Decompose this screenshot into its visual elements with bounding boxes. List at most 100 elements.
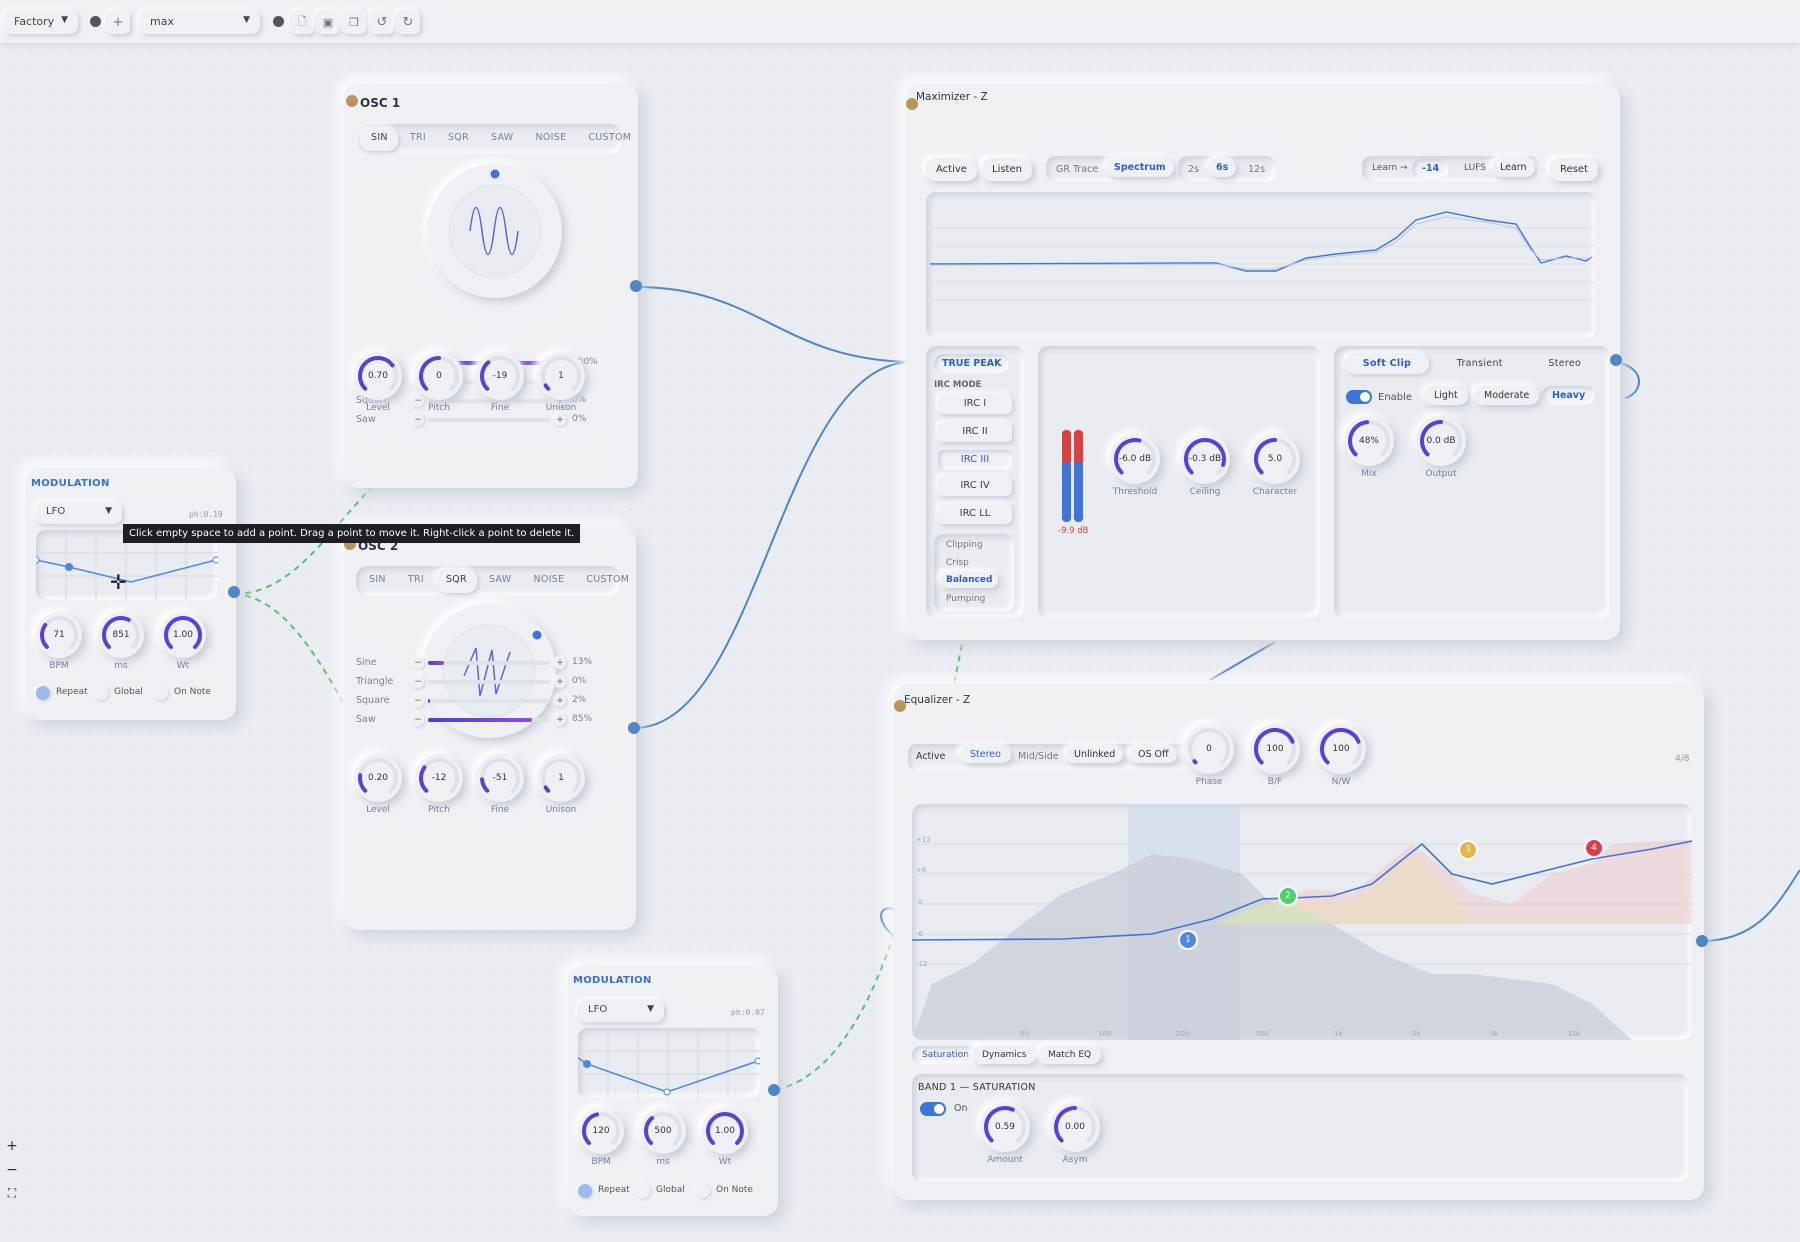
decrement-button[interactable]: − — [412, 676, 424, 688]
osc2-output-port[interactable] — [628, 722, 640, 734]
eq-band-2-handle[interactable]: 2 — [1278, 886, 1298, 906]
tab-sqr[interactable]: SQR — [435, 569, 477, 593]
lufs-target-input[interactable]: -14 — [1412, 159, 1450, 178]
tab-transient[interactable]: Transient — [1439, 353, 1521, 374]
mod2-ms-knob[interactable]: 500 — [640, 1108, 686, 1154]
spectrum-button[interactable]: Spectrum — [1106, 158, 1174, 177]
window-2s-button[interactable]: 2s — [1178, 158, 1209, 181]
tab-soft-clip[interactable]: Soft Clip — [1344, 353, 1430, 374]
mod1-on-note-checkbox[interactable] — [154, 686, 168, 700]
mix-slider[interactable] — [428, 718, 550, 722]
active-button[interactable]: Active — [926, 158, 977, 181]
tab-noise[interactable]: NOISE — [523, 569, 574, 593]
zoom-out-button[interactable]: − — [4, 1162, 20, 1178]
maximizer-threshold-knob[interactable]: -6.0 dB — [1110, 434, 1160, 484]
increment-button[interactable]: + — [554, 414, 566, 426]
mod2-global-checkbox[interactable] — [636, 1184, 650, 1198]
osc1-unison-knob[interactable]: 1 — [537, 352, 585, 400]
mix-slider[interactable] — [428, 418, 550, 422]
style-clipping[interactable]: Clipping — [946, 540, 983, 550]
sat-asym-knob[interactable]: 0.00 — [1050, 1102, 1100, 1152]
maximizer-ceiling-knob[interactable]: -0.3 dB — [1180, 434, 1230, 484]
mod1-type-select[interactable]: LFO ▼ — [36, 502, 122, 524]
irc-2-button[interactable]: IRC II — [938, 422, 1012, 442]
listen-button[interactable]: Listen — [982, 158, 1032, 181]
tab-custom[interactable]: CUSTOM — [578, 127, 641, 151]
tab-tri[interactable]: TRI — [398, 569, 434, 593]
osc1-input-port[interactable] — [346, 95, 358, 107]
mod1-repeat-checkbox[interactable] — [36, 686, 50, 700]
eq-os-off-button[interactable]: OS Off — [1130, 746, 1177, 763]
audio-cable[interactable] — [635, 286, 913, 363]
style-crisp[interactable]: Crisp — [946, 558, 969, 568]
mod1-global-checkbox[interactable] — [94, 686, 108, 700]
decrement-button[interactable]: − — [412, 657, 424, 669]
increment-button[interactable]: + — [554, 676, 566, 688]
decrement-button[interactable]: − — [412, 414, 424, 426]
irc-3-button[interactable]: IRC III — [938, 450, 1012, 470]
tab-dynamics[interactable]: Dynamics — [972, 1046, 1037, 1064]
tab-sin[interactable]: SIN — [361, 127, 398, 151]
tab-sin[interactable]: SIN — [359, 569, 396, 593]
mod2-bpm-knob[interactable]: 120 — [578, 1108, 624, 1154]
irc-1-button[interactable]: IRC I — [938, 394, 1012, 414]
gr-trace-button[interactable]: GR Trace — [1046, 158, 1108, 181]
mod2-type-select[interactable]: LFO ▼ — [578, 1000, 664, 1022]
increment-button[interactable]: + — [554, 714, 566, 726]
tab-sqr[interactable]: SQR — [438, 127, 479, 151]
osc1-fine-knob[interactable]: -19 — [476, 352, 524, 400]
tab-custom[interactable]: CUSTOM — [576, 569, 639, 593]
style-balanced[interactable]: Balanced — [940, 572, 999, 588]
osc2-unison-knob[interactable]: 1 — [537, 754, 585, 802]
eq-graph[interactable]: +12 +6 0 -6 -12 50 100 200 500 1k 2k 5k 10k 1 2 3 4 — [912, 804, 1692, 1040]
true-peak-toggle[interactable]: TRUE PEAK — [934, 354, 1010, 373]
reset-button[interactable]: Reset — [1550, 158, 1598, 181]
osc2-fine-knob[interactable]: -51 — [476, 754, 524, 802]
mix-slider[interactable] — [428, 661, 550, 665]
osc1-pitch-knob[interactable]: 0 — [415, 352, 463, 400]
tab-saw[interactable]: SAW — [479, 569, 521, 593]
tab-stereo[interactable]: Stereo — [1530, 353, 1599, 374]
softclip-mix-knob[interactable]: 48% — [1344, 416, 1394, 466]
fit-view-button[interactable]: ⛶ — [4, 1186, 20, 1201]
eq-unlinked-button[interactable]: Unlinked — [1066, 746, 1124, 763]
maximizer-trace-display[interactable] — [926, 192, 1596, 338]
osc1-level-knob[interactable]: 0.70 — [354, 352, 402, 400]
eq-stereo-button[interactable]: Stereo — [960, 746, 1011, 763]
decrement-button[interactable]: − — [412, 714, 424, 726]
mix-slider[interactable] — [428, 680, 550, 684]
eq-band-4-handle[interactable]: 4 — [1584, 838, 1604, 858]
eq-output-port[interactable] — [1696, 935, 1708, 947]
mod2-output-port[interactable] — [768, 1084, 780, 1096]
tab-saw[interactable]: SAW — [481, 127, 523, 151]
mode-light-button[interactable]: Light — [1424, 386, 1468, 405]
sat-amount-knob[interactable]: 0.59 — [980, 1102, 1030, 1152]
window-12s-button[interactable]: 12s — [1238, 158, 1275, 181]
audio-cable[interactable] — [1616, 361, 1640, 399]
mod1-output-port[interactable] — [228, 586, 240, 598]
tab-saturation[interactable]: Saturation — [912, 1046, 979, 1064]
mod2-repeat-checkbox[interactable] — [578, 1184, 592, 1198]
mod2-on-note-checkbox[interactable] — [696, 1184, 710, 1198]
learn-button[interactable]: Learn — [1492, 158, 1535, 177]
mix-slider[interactable] — [428, 699, 550, 703]
osc2-pitch-knob[interactable]: -12 — [415, 754, 463, 802]
tab-noise[interactable]: NOISE — [525, 127, 576, 151]
tab-tri[interactable]: TRI — [400, 127, 436, 151]
mod1-bpm-knob[interactable]: 71 — [36, 612, 82, 658]
eq-midside-button[interactable]: Mid/Side — [1012, 748, 1065, 765]
irc-4-button[interactable]: IRC IV — [938, 476, 1012, 496]
audio-cable[interactable] — [1701, 869, 1800, 942]
mode-moderate-button[interactable]: Moderate — [1474, 386, 1540, 405]
eq-nw-knob[interactable]: 100 — [1316, 724, 1366, 774]
mod1-ms-knob[interactable]: 851 — [98, 612, 144, 658]
eq-band-3-handle[interactable]: 3 — [1458, 840, 1478, 860]
audio-cable[interactable] — [1209, 641, 1276, 681]
tab-match-eq[interactable]: Match EQ — [1038, 1046, 1102, 1064]
enable-toggle[interactable] — [1346, 390, 1372, 404]
audio-cable[interactable] — [633, 361, 913, 729]
mod2-wt-knob[interactable]: 1.00 — [702, 1108, 748, 1154]
eq-active-button[interactable]: Active — [910, 748, 951, 765]
increment-button[interactable]: + — [554, 657, 566, 669]
saturation-on-toggle[interactable] — [920, 1102, 946, 1116]
